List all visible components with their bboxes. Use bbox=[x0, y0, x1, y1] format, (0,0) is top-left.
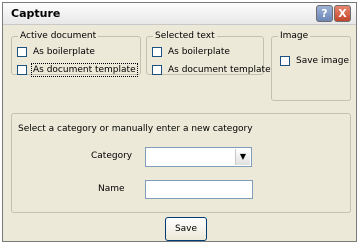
save-image-checkbox[interactable]: Save image bbox=[280, 56, 349, 66]
selected-text-boilerplate-checkbox[interactable]: As boilerplate bbox=[152, 47, 230, 57]
checkbox-box[interactable] bbox=[17, 65, 27, 75]
selected-text-legend: Selected text bbox=[155, 31, 215, 41]
checkbox-label: As document template bbox=[168, 65, 271, 75]
save-button[interactable]: Save bbox=[165, 217, 207, 241]
checkbox-box[interactable] bbox=[152, 47, 162, 57]
name-input[interactable] bbox=[145, 180, 253, 199]
chevron-down-icon[interactable]: ▼ bbox=[235, 149, 250, 165]
checkbox-label: As boilerplate bbox=[168, 47, 230, 57]
checkbox-label: Save image bbox=[296, 56, 349, 66]
active-doc-template-checkbox[interactable]: As document template bbox=[17, 63, 138, 77]
checkbox-box[interactable] bbox=[152, 65, 162, 75]
image-legend: Image bbox=[280, 31, 309, 41]
checkbox-label: As boilerplate bbox=[33, 47, 95, 57]
category-select[interactable]: ▼ bbox=[145, 147, 252, 167]
image-group: Image bbox=[271, 31, 351, 101]
checkbox-box[interactable] bbox=[280, 56, 290, 66]
name-label: Name bbox=[98, 184, 125, 194]
help-button[interactable]: ? bbox=[316, 5, 333, 22]
checkbox-box[interactable] bbox=[17, 47, 27, 57]
window-title: Capture bbox=[11, 7, 61, 20]
category-prompt: Select a category or manually enter a ne… bbox=[18, 124, 253, 134]
checkbox-label: As document template bbox=[31, 63, 138, 77]
capture-dialog: Capture ? X Active document As boilerpla… bbox=[2, 2, 357, 242]
category-label: Category bbox=[91, 151, 133, 161]
selected-text-template-checkbox[interactable]: As document template bbox=[152, 65, 271, 75]
active-doc-boilerplate-checkbox[interactable]: As boilerplate bbox=[17, 47, 95, 57]
title-bar[interactable]: Capture ? X bbox=[3, 3, 356, 25]
close-button[interactable]: X bbox=[334, 5, 351, 22]
active-document-legend: Active document bbox=[20, 31, 97, 41]
